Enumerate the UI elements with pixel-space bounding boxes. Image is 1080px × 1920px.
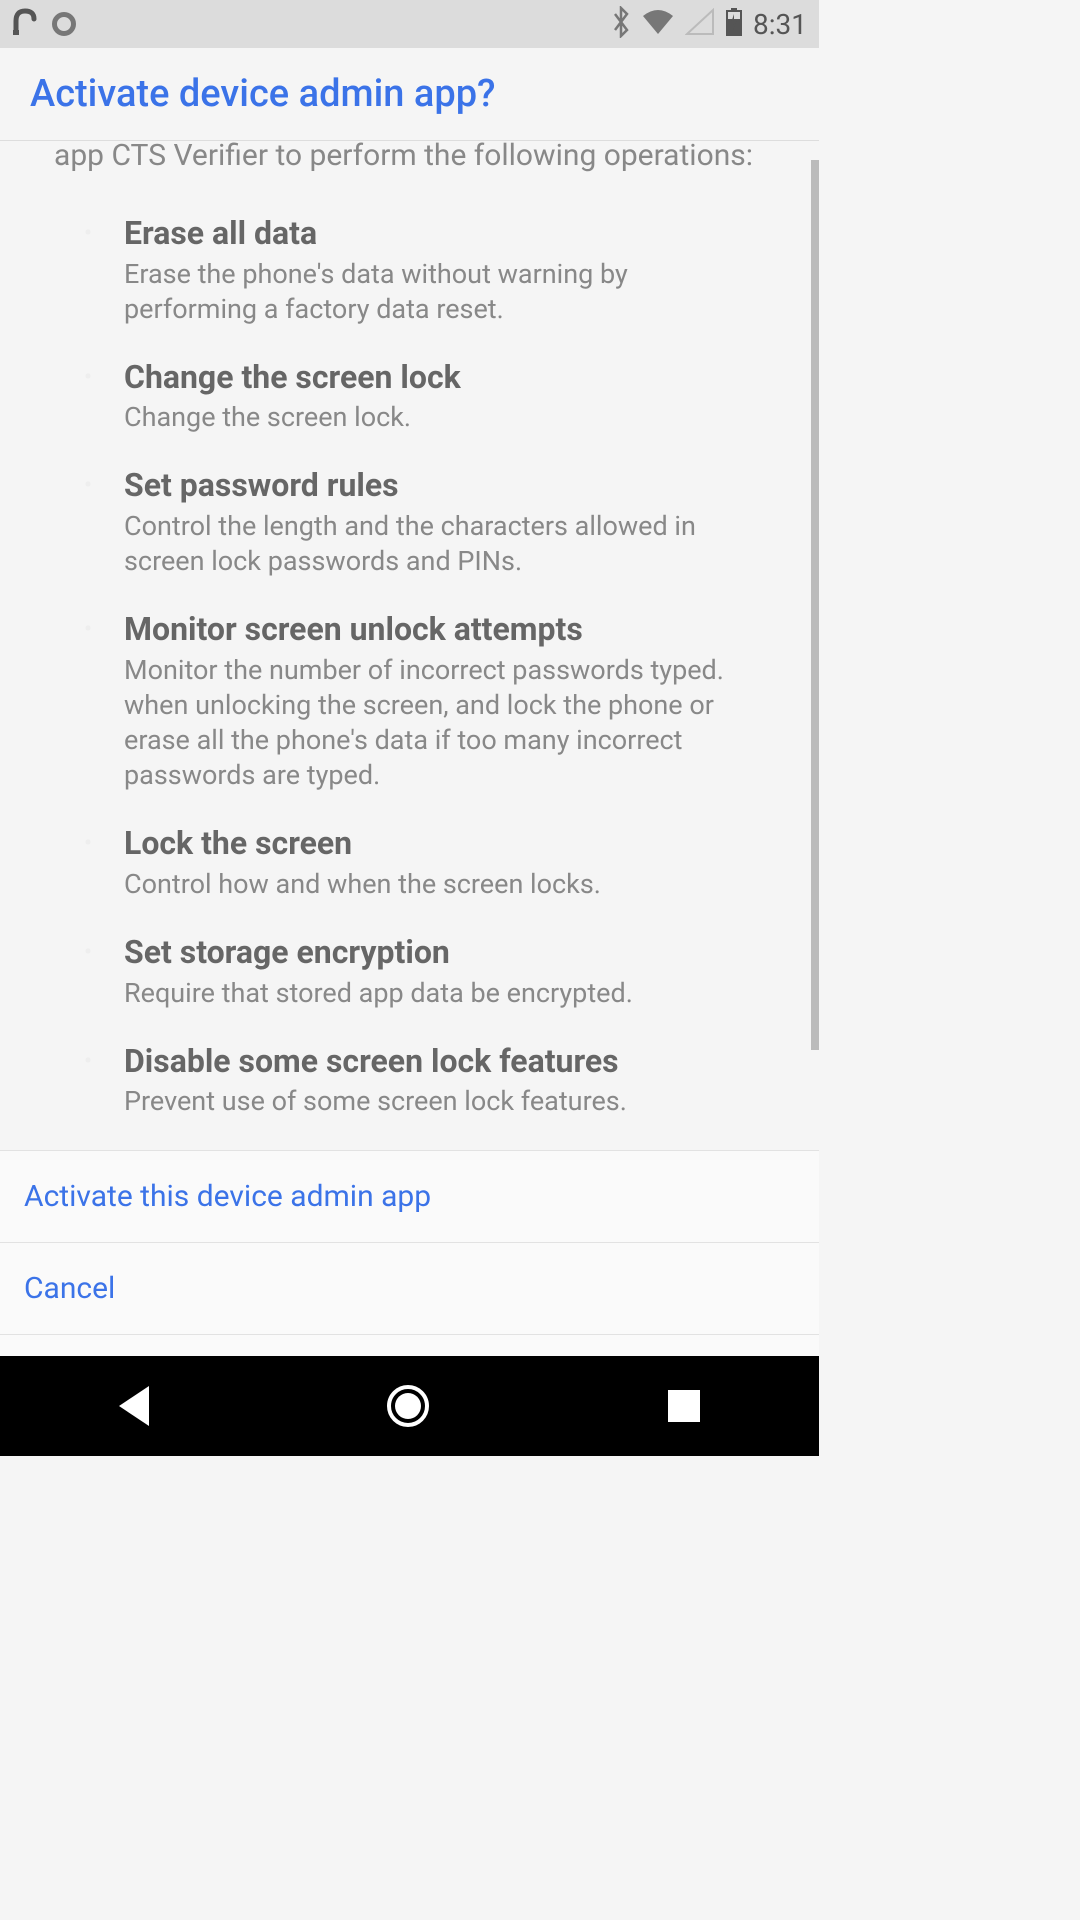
status-time: 8:31	[753, 8, 807, 41]
status-bar: 8:31	[0, 0, 819, 48]
permission-title: Set password rules	[124, 465, 765, 507]
cancel-button[interactable]: Cancel	[0, 1242, 819, 1335]
permission-item: Lock the screen Control how and when the…	[84, 823, 765, 902]
permission-item: Monitor screen unlock attempts Monitor t…	[84, 609, 765, 793]
permission-description: Control how and when the screen locks.	[124, 867, 765, 902]
permission-title: Lock the screen	[124, 823, 765, 865]
activate-button[interactable]: Activate this device admin app	[0, 1150, 819, 1243]
permission-title: Erase all data	[124, 213, 765, 255]
permission-title: Monitor screen unlock attempts	[124, 609, 765, 651]
content-scroll[interactable]: app CTS Verifier to perform the followin…	[0, 141, 819, 1151]
navigation-bar	[0, 1356, 819, 1456]
permission-description: Erase the phone's data without warning b…	[124, 257, 765, 327]
status-right: 8:31	[611, 6, 807, 42]
permission-list: Erase all data Erase the phone's data wi…	[54, 213, 765, 1119]
permission-title: Disable some screen lock features	[124, 1041, 765, 1083]
permission-description: Control the length and the characters al…	[124, 509, 765, 579]
permission-title: Change the screen lock	[124, 357, 765, 399]
fi-icon	[12, 5, 38, 43]
permission-description: Require that stored app data be encrypte…	[124, 976, 765, 1011]
permission-item: Set storage encryption Require that stor…	[84, 932, 765, 1011]
permission-item: Erase all data Erase the phone's data wi…	[84, 213, 765, 327]
permission-description: Change the screen lock.	[124, 400, 765, 435]
wifi-icon	[641, 8, 675, 40]
cell-signal-icon	[685, 8, 715, 40]
intro-text: app CTS Verifier to perform the followin…	[54, 141, 765, 177]
circle-icon	[52, 12, 76, 36]
permission-description: Prevent use of some screen lock features…	[124, 1084, 765, 1119]
home-icon[interactable]	[387, 1385, 429, 1427]
page-header: Activate device admin app?	[0, 48, 819, 141]
permission-title: Set storage encryption	[124, 932, 765, 974]
permission-description: Monitor the number of incorrect password…	[124, 653, 765, 793]
back-icon[interactable]	[119, 1386, 149, 1426]
scrollbar[interactable]	[811, 160, 819, 1050]
page-title: Activate device admin app?	[30, 72, 789, 116]
recent-apps-icon[interactable]	[668, 1390, 700, 1422]
status-left	[12, 5, 76, 43]
bluetooth-icon	[611, 6, 631, 42]
battery-charging-icon	[725, 7, 743, 41]
permission-item: Change the screen lock Change the screen…	[84, 357, 765, 436]
permission-item: Set password rules Control the length an…	[84, 465, 765, 579]
permission-item: Disable some screen lock features Preven…	[84, 1041, 765, 1120]
